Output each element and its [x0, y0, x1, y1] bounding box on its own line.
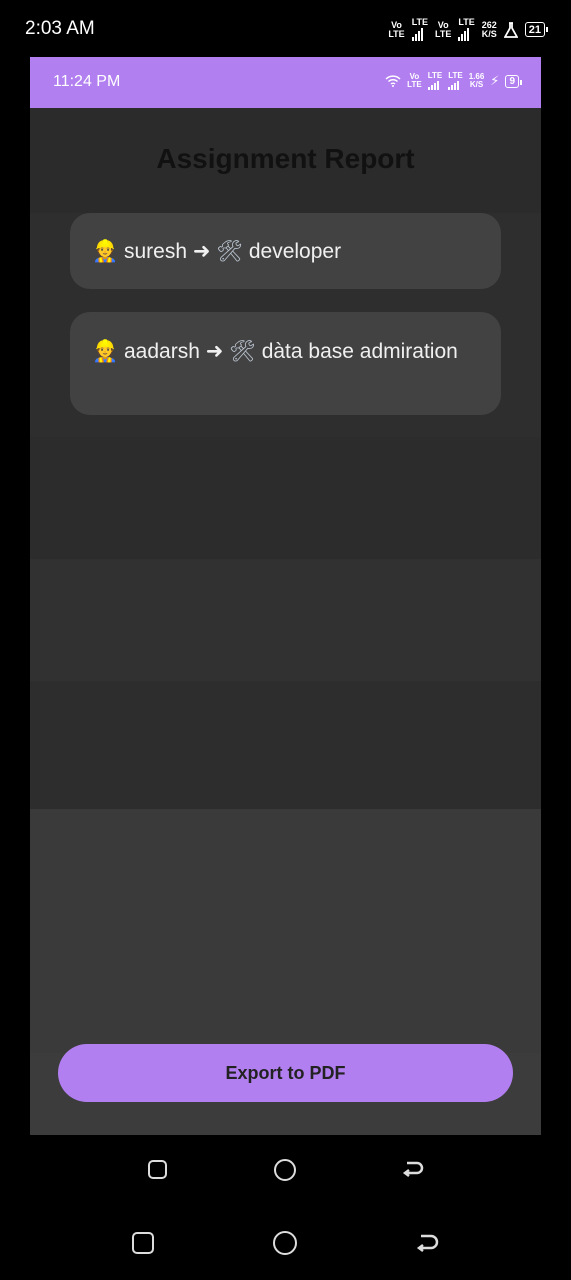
bg-band	[30, 559, 541, 681]
home-icon[interactable]	[274, 1159, 296, 1181]
signal-icon: LTE	[411, 18, 428, 41]
network-speed: 1.66 K/S	[468, 72, 485, 89]
worker-name: suresh	[124, 239, 188, 263]
inner-status-icons: Vo LTE LTE LTE 1.66 K/S ⚡ 9	[385, 72, 522, 90]
assignment-card[interactable]: 👷 suresh ➜ 🛠 developer	[70, 213, 501, 289]
assignment-card[interactable]: 👷 aadarsh ➜ 🛠 dàta base admiration	[70, 312, 501, 415]
recent-apps-icon[interactable]	[148, 1160, 167, 1179]
volte-icon-2: Vo LTE	[435, 19, 452, 39]
outer-nav-bar	[0, 1222, 571, 1262]
back-icon[interactable]	[415, 1232, 439, 1254]
worker-icon: 👷	[92, 339, 119, 363]
inner-status-bar: 11:24 PM Vo LTE LTE LTE 1.66 K/S ⚡ 9	[30, 57, 541, 108]
outer-status-bar: 2:03 AM Vo LTE LTE Vo LTE LTE 262 K/S 21	[0, 0, 571, 57]
worker-name: aadarsh	[124, 340, 200, 363]
inner-clock: 11:24 PM	[53, 73, 121, 90]
assignment-text: 👷 aadarsh ➜ 🛠 dàta base admiration	[92, 337, 479, 366]
battery-icon: 21	[524, 22, 549, 37]
charging-bolt-icon: ⚡	[490, 73, 500, 88]
home-icon[interactable]	[273, 1231, 297, 1255]
bg-band	[30, 681, 541, 809]
network-speed: 262 K/S	[481, 19, 497, 39]
bg-band	[30, 437, 541, 559]
volte-icon: Vo LTE	[407, 72, 422, 89]
outer-status-icons: Vo LTE LTE Vo LTE LTE 262 K/S 21	[388, 18, 549, 41]
signal-icon-2: LTE	[458, 18, 475, 41]
outer-clock: 2:03 AM	[25, 18, 95, 39]
signal-icon: LTE	[427, 72, 442, 90]
export-pdf-button[interactable]: Export to PDF	[58, 1044, 513, 1102]
app-screen: 11:24 PM Vo LTE LTE LTE 1.66 K/S ⚡ 9 Ass…	[30, 57, 541, 1135]
flask-icon	[503, 21, 518, 38]
inner-nav-bar	[0, 1150, 571, 1190]
worker-icon: 👷	[92, 238, 119, 263]
back-icon[interactable]	[401, 1159, 425, 1181]
bg-band	[30, 809, 541, 1053]
tools-icon: 🛠	[229, 339, 256, 363]
tools-icon: 🛠	[216, 238, 243, 263]
assignment-text: 👷 suresh ➜ 🛠 developer	[92, 237, 341, 266]
battery-icon: 9	[505, 74, 522, 88]
page-title: Assignment Report	[156, 143, 415, 174]
wifi-icon	[385, 75, 401, 87]
assignment-role: dàta base admiration	[261, 340, 458, 363]
volte-icon: Vo LTE	[388, 19, 405, 39]
assignment-role: developer	[248, 239, 342, 263]
recent-apps-icon[interactable]	[132, 1232, 154, 1254]
signal-icon-2: LTE	[448, 72, 463, 90]
arrow-icon: ➜	[205, 339, 224, 363]
arrow-icon: ➜	[192, 238, 211, 263]
